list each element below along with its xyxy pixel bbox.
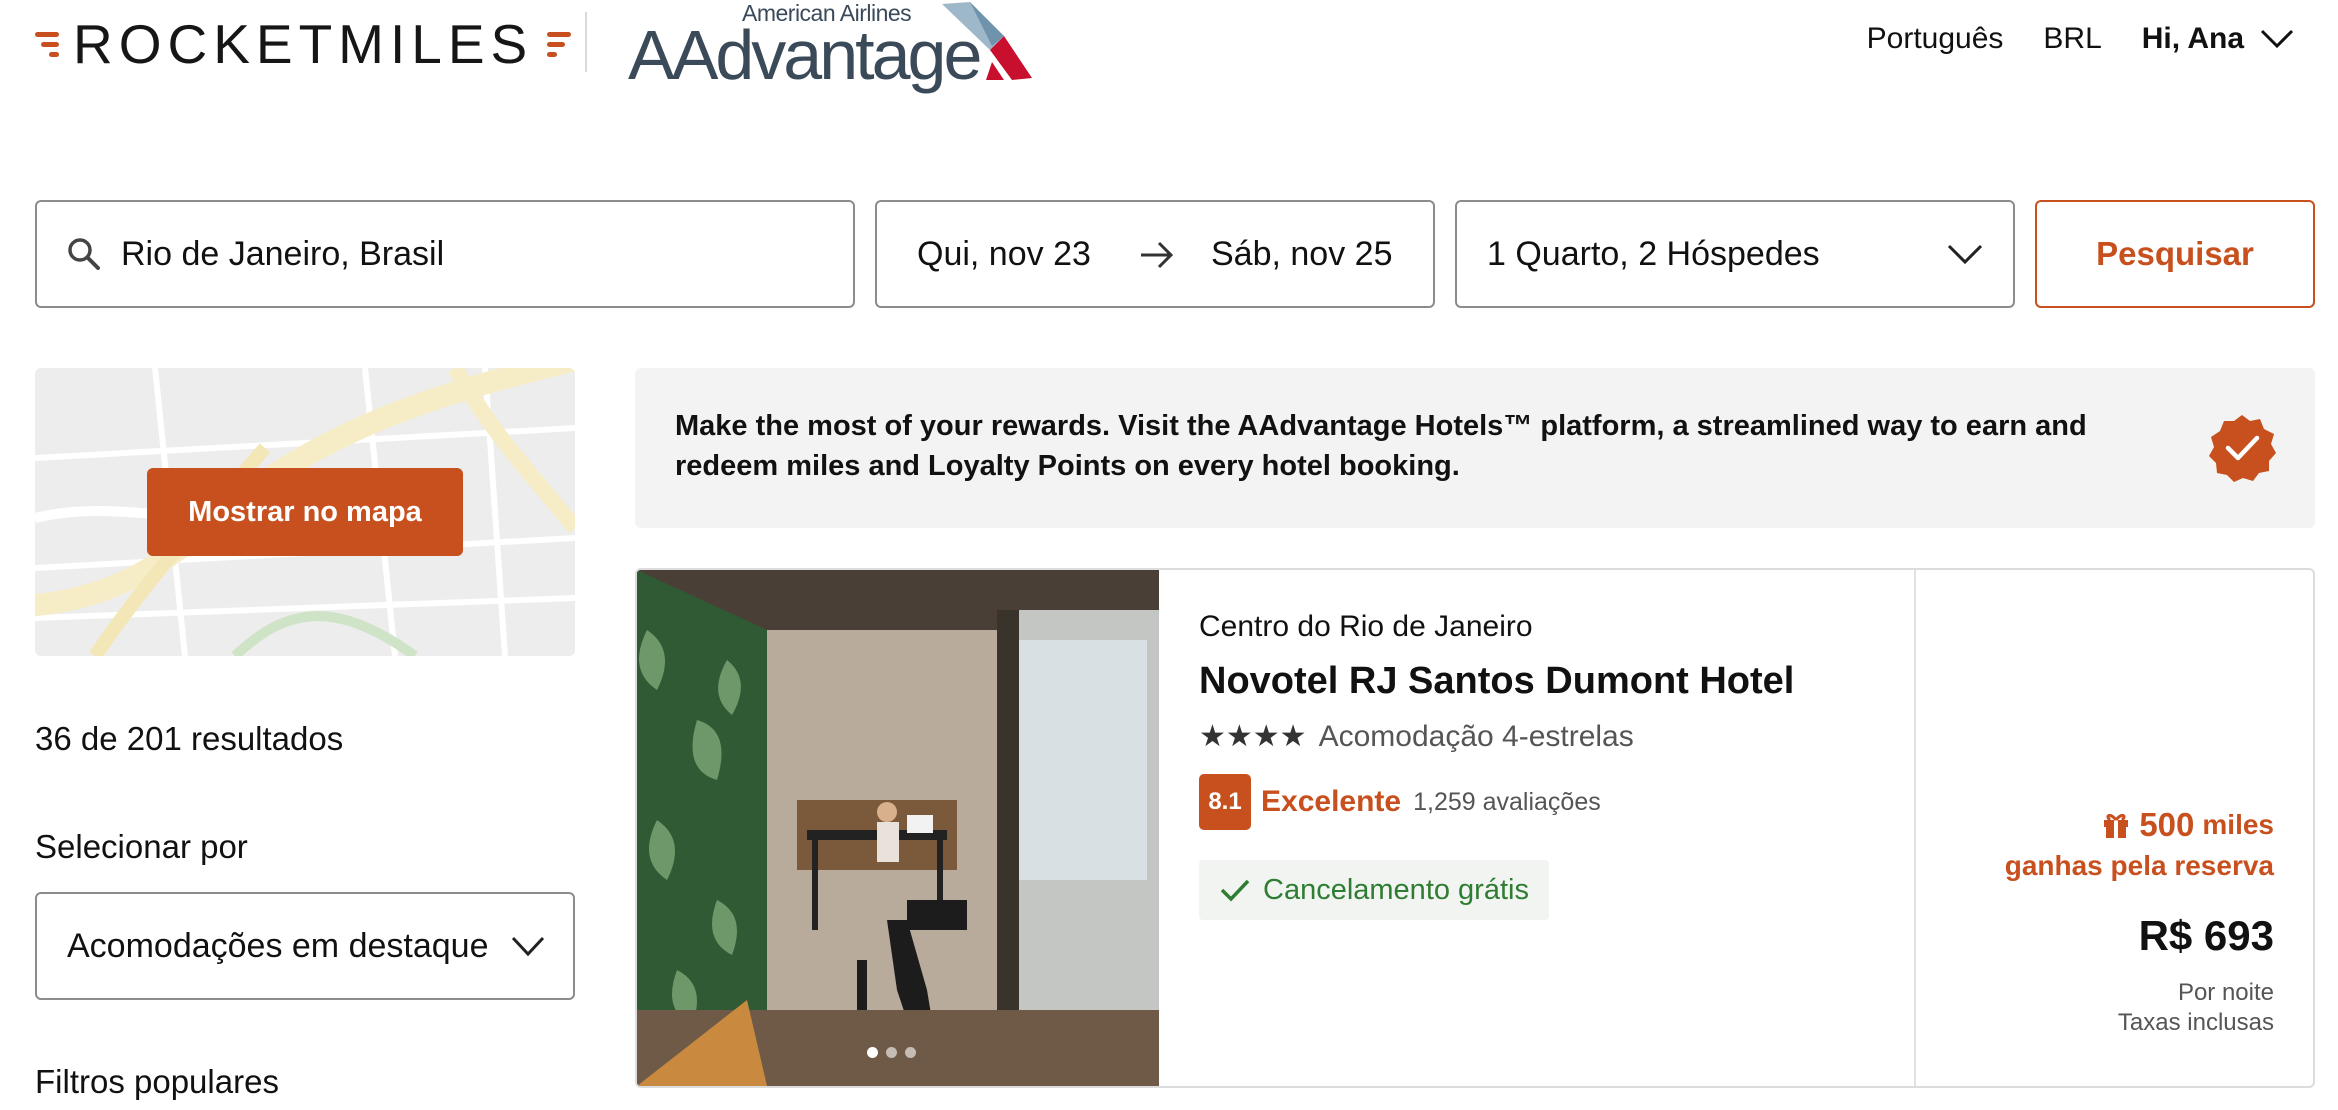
nightly-price: R$ 693 (2138, 912, 2274, 959)
miles-note: ganhas pela reserva (2004, 850, 2274, 881)
free-cancellation-badge: Cancelamento grátis (1199, 860, 1549, 920)
arrow-right-icon (1141, 241, 1174, 269)
search-icon (68, 238, 100, 270)
date-range-picker[interactable]: Qui, nov 23 Sáb, nov 25 (875, 200, 1435, 308)
location-value: Rio de Janeiro, Brasil (121, 234, 445, 273)
results-count: 36 de 201 resultados (35, 720, 344, 757)
checkin-date[interactable]: Qui, nov 23 (917, 235, 1091, 274)
logo-speed-lines-icon (35, 31, 59, 57)
hotel-class-label: Acomodação 4-estrelas (1318, 719, 1634, 753)
free-cancellation-label: Cancelamento grátis (1263, 873, 1529, 906)
map-preview[interactable]: Mostrar no mapa (35, 368, 575, 656)
review-count: 1,259 avaliações (1413, 787, 1601, 816)
rating-score-badge: 8.1 (1199, 774, 1251, 830)
sort-label: Selecionar por (35, 828, 248, 865)
sort-select[interactable]: Acomodações em destaque (35, 892, 575, 1000)
hotel-class: ★★★★ Acomodação 4-estrelas (1199, 719, 1794, 754)
carousel-dot[interactable] (867, 1047, 878, 1058)
flight-symbol-icon (942, 2, 1032, 80)
price-panel: 500 miles ganhas pela reserva R$ 693 Por… (1914, 570, 2313, 1086)
miles-unit: miles (2202, 809, 2274, 840)
rewards-banner: Make the most of your rewards. Visit the… (635, 368, 2315, 528)
header-divider (585, 12, 587, 72)
checkout-date[interactable]: Sáb, nov 25 (1211, 235, 1392, 274)
price-notes: Por noite Taxas inclusas (2118, 978, 2274, 1038)
carousel-dots[interactable] (867, 1047, 916, 1058)
search-button[interactable]: Pesquisar (2035, 200, 2315, 308)
carousel-dot[interactable] (886, 1047, 897, 1058)
rooms-guests-select[interactable]: 1 Quarto, 2 Hóspedes (1455, 200, 2015, 308)
currency-selector[interactable]: BRL (2043, 22, 2101, 56)
brand-wordmark: ROCKETMILES (73, 12, 534, 75)
rooms-guests-value: 1 Quarto, 2 Hóspedes (1487, 234, 1820, 273)
hotel-neighborhood: Centro do Rio de Janeiro (1199, 610, 1533, 643)
carousel-dot[interactable] (905, 1047, 916, 1058)
logo-speed-lines-icon (547, 31, 572, 57)
rocketmiles-logo[interactable]: ROCKETMILES (35, 12, 572, 75)
hotel-photo-carousel[interactable] (637, 570, 1159, 1086)
gift-icon (2104, 813, 2129, 838)
rating-label: Excelente (1261, 785, 1402, 818)
hotel-info: Centro do Rio de Janeiro Novotel RJ Sant… (1199, 610, 1794, 920)
partner-program-name: AAdvantage (628, 16, 982, 94)
user-menu[interactable]: Hi, Ana (2142, 22, 2294, 56)
taxes-included-note: Taxas inclusas (2117, 1009, 2274, 1036)
banner-text: Make the most of your rewards. Visit the… (675, 410, 2087, 482)
miles-amount: 500 (2139, 806, 2195, 843)
user-greeting: Hi, Ana (2141, 22, 2244, 55)
price-per-night-note: Por noite (2177, 979, 2274, 1006)
location-input[interactable]: Rio de Janeiro, Brasil (35, 200, 855, 308)
checkmark-icon (1220, 879, 1250, 902)
miles-earned: 500 miles ganhas pela reserva (2005, 806, 2274, 882)
chevron-down-icon (2260, 29, 2294, 49)
header-links: Português BRL Hi, Ana (1867, 22, 2294, 56)
chevron-down-icon (1947, 244, 1983, 265)
show-map-button[interactable]: Mostrar no mapa (147, 468, 463, 556)
hotel-card[interactable]: Centro do Rio de Janeiro Novotel RJ Sant… (635, 568, 2315, 1088)
chevron-down-icon (511, 936, 545, 957)
hotel-photo (637, 570, 1159, 1086)
verified-badge-icon (2209, 415, 2276, 482)
sort-value: Acomodações em destaque (67, 926, 489, 965)
hotel-name[interactable]: Novotel RJ Santos Dumont Hotel (1199, 660, 1794, 703)
language-selector[interactable]: Português (1867, 22, 2004, 56)
popular-filters-heading: Filtros populares (35, 1063, 279, 1100)
star-rating-icon: ★★★★ (1199, 720, 1307, 753)
guest-rating: 8.1 Excelente 1,259 avaliações (1199, 774, 1794, 830)
